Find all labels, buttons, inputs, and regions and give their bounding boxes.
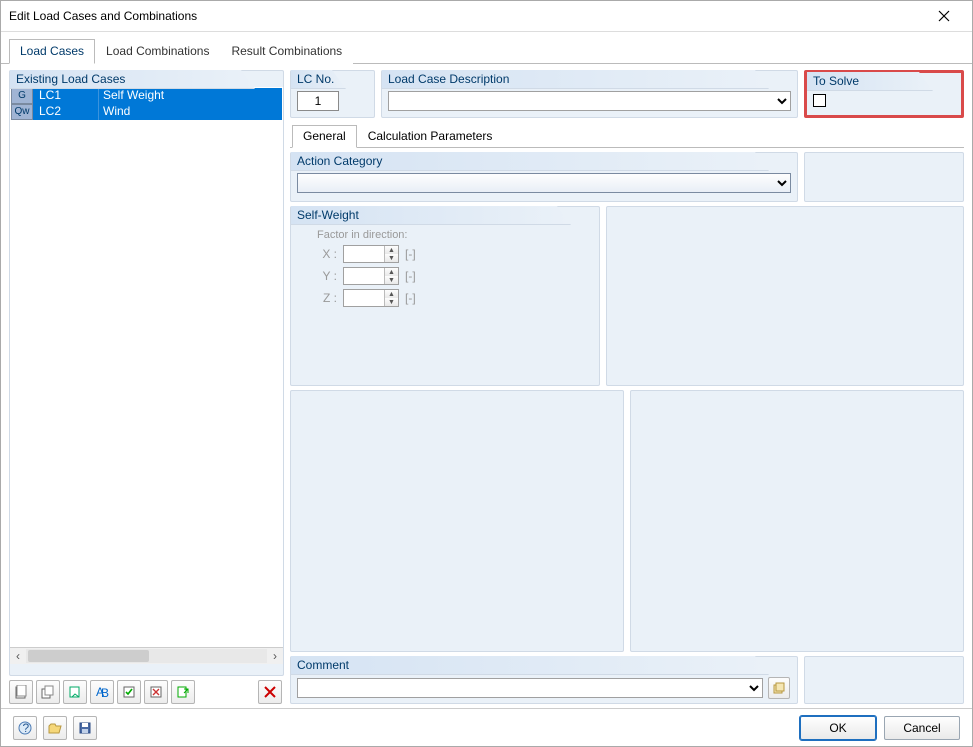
unit-label: [-]: [405, 247, 416, 261]
tab-load-combinations[interactable]: Load Combinations: [95, 39, 220, 64]
factor-direction-label: Factor in direction:: [317, 229, 593, 241]
load-case-id: LC1: [35, 88, 99, 104]
delete-button[interactable]: [258, 680, 282, 704]
action-category-title: Action Category: [291, 152, 769, 171]
factor-y-input[interactable]: ▲▼: [343, 267, 399, 285]
load-case-desc: Wind: [99, 104, 282, 120]
save-button[interactable]: [73, 716, 97, 740]
factor-z-input[interactable]: ▲▼: [343, 289, 399, 307]
load-case-row[interactable]: Qw LC2 Wind: [11, 104, 282, 120]
svg-text:?: ?: [23, 721, 30, 735]
close-button[interactable]: [924, 1, 964, 31]
comment-select[interactable]: [297, 678, 763, 698]
lc-desc-title: Load Case Description: [382, 70, 769, 89]
document-stack-icon: [772, 681, 786, 695]
load-case-desc: Self Weight: [99, 88, 282, 104]
save-icon: [78, 721, 92, 735]
scroll-right-icon[interactable]: ›: [267, 648, 283, 664]
to-solve-checkbox[interactable]: [813, 94, 826, 107]
subtab-calculation-parameters[interactable]: Calculation Parameters: [357, 125, 504, 148]
load-case-category: G: [11, 88, 33, 104]
horizontal-scrollbar[interactable]: ‹ ›: [10, 647, 283, 664]
unit-label: [-]: [405, 269, 416, 283]
export-button[interactable]: [171, 680, 195, 704]
existing-load-cases-title: Existing Load Cases: [10, 70, 255, 89]
rename-button[interactable]: AB: [90, 680, 114, 704]
select-all-button[interactable]: [117, 680, 141, 704]
comment-title: Comment: [291, 656, 769, 675]
subtab-general[interactable]: General: [292, 125, 357, 148]
cancel-button[interactable]: Cancel: [884, 716, 960, 740]
factor-x-input[interactable]: ▲▼: [343, 245, 399, 263]
action-category-select[interactable]: [297, 173, 791, 193]
deselect-all-button[interactable]: [144, 680, 168, 704]
load-case-category: Qw: [11, 104, 33, 120]
svg-text:B: B: [101, 686, 109, 699]
load-case-row[interactable]: G LC1 Self Weight: [11, 88, 282, 104]
load-case-id: LC2: [35, 104, 99, 120]
comment-library-button[interactable]: [768, 677, 790, 699]
new-button[interactable]: [9, 680, 33, 704]
folder-open-icon: [48, 721, 62, 735]
help-icon: ?: [18, 721, 32, 735]
lc-no-input[interactable]: [297, 91, 339, 111]
lc-desc-select[interactable]: [388, 91, 791, 111]
copy-button[interactable]: [63, 680, 87, 704]
y-label: Y :: [317, 269, 337, 283]
open-button[interactable]: [43, 716, 67, 740]
to-solve-title: To Solve: [807, 72, 933, 91]
help-button[interactable]: ?: [13, 716, 37, 740]
load-case-list[interactable]: G LC1 Self Weight Qw LC2 Wind: [10, 87, 283, 647]
new-stack-button[interactable]: [36, 680, 60, 704]
tab-result-combinations[interactable]: Result Combinations: [220, 39, 353, 64]
self-weight-title: Self-Weight: [291, 206, 571, 225]
unit-label: [-]: [405, 291, 416, 305]
x-label: X :: [317, 247, 337, 261]
scroll-left-icon[interactable]: ‹: [10, 648, 26, 664]
window-title: Edit Load Cases and Combinations: [9, 9, 924, 23]
z-label: Z :: [317, 291, 337, 305]
ok-button[interactable]: OK: [800, 716, 876, 740]
tab-load-cases[interactable]: Load Cases: [9, 39, 95, 64]
